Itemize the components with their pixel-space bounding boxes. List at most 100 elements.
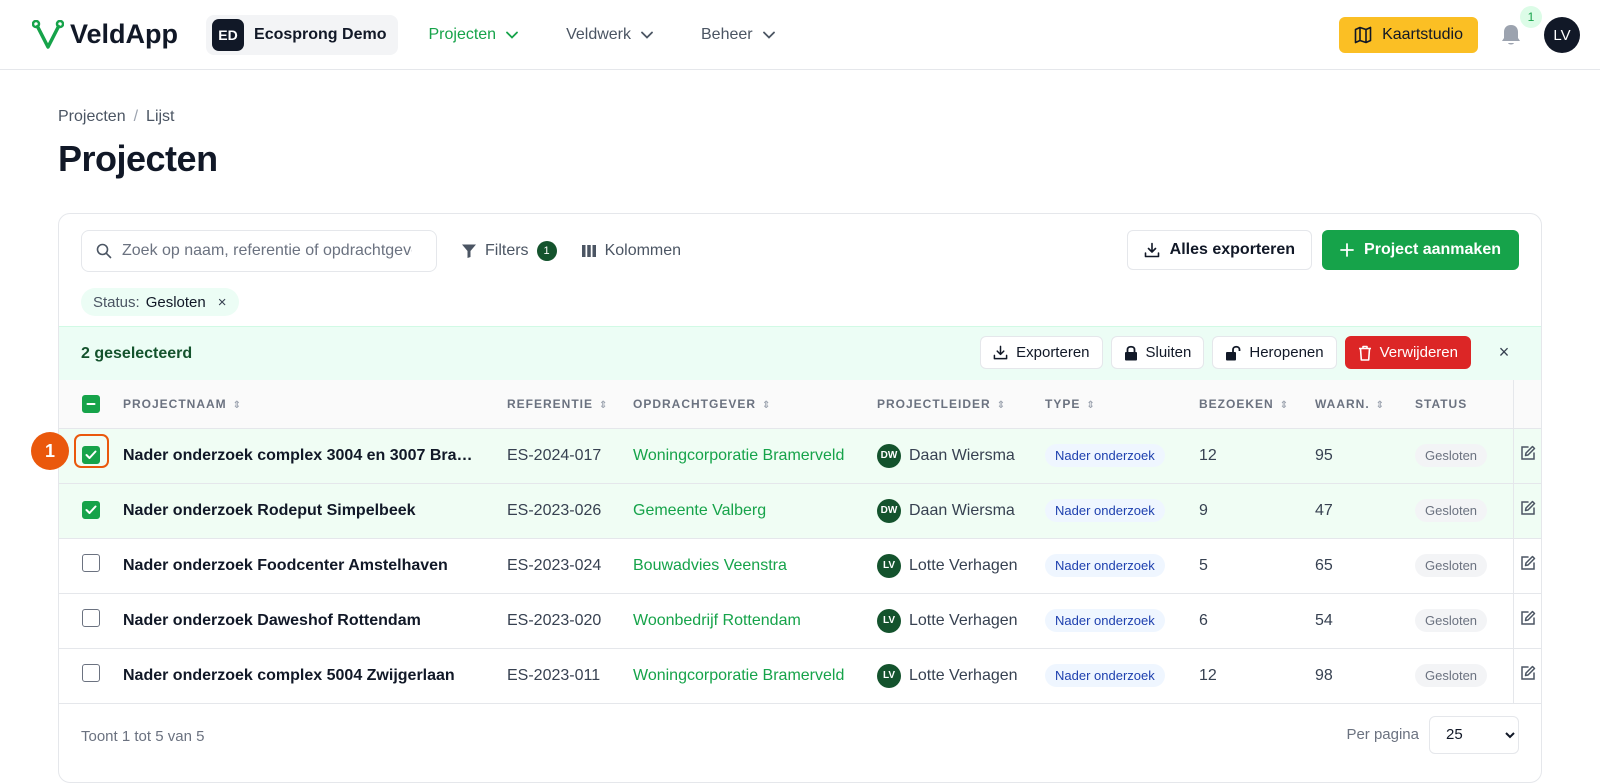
per-page-select[interactable]: 25: [1429, 715, 1519, 754]
col-header-actions: [1512, 380, 1541, 429]
col-header-projectleider[interactable]: PROJECTLEIDER ⇕: [877, 380, 1045, 429]
col-label: BEZOEKEN: [1199, 396, 1274, 411]
page-title: Projecten: [58, 138, 218, 179]
col-label: OPDRACHTGEVER: [633, 396, 757, 411]
row-checkbox[interactable]: [82, 664, 100, 682]
table-row[interactable]: Nader onderzoek complex 5004 Zwijgerlaan…: [59, 648, 1541, 704]
lock-icon: [1124, 345, 1137, 360]
nav-label: Beheer: [701, 25, 753, 43]
filter-chip-status: Status: Gesloten ×: [81, 288, 239, 316]
table-row[interactable]: Nader onderzoek complex 3004 en 3007 Bra…: [59, 428, 1541, 484]
project-client-link[interactable]: Woonbedrijf Rottendam: [633, 593, 877, 649]
type-badge: Nader onderzoek: [1045, 664, 1165, 687]
leader-name: Lotte Verhagen: [909, 611, 1018, 629]
workspace-switcher[interactable]: ED Ecosprong Demo: [206, 14, 399, 55]
funnel-icon: [462, 244, 476, 258]
col-header-bezoeken[interactable]: BEZOEKEN ⇕: [1199, 380, 1315, 429]
edit-icon[interactable]: [1520, 555, 1536, 571]
edit-icon[interactable]: [1520, 665, 1536, 681]
project-observations: 47: [1315, 483, 1415, 539]
project-name[interactable]: Nader onderzoek Rodeput Simpelbeek: [123, 483, 507, 539]
row-checkbox[interactable]: [82, 554, 100, 572]
table-row[interactable]: Nader onderzoek Rodeput Simpelbeek ES-202…: [59, 483, 1541, 539]
project-visits: 6: [1199, 593, 1315, 649]
row-actions-cell: [1512, 538, 1541, 594]
edit-icon[interactable]: [1520, 500, 1536, 516]
status-badge: Gesloten: [1415, 499, 1488, 522]
table-footer: Toont 1 tot 5 van 5 Per pagina 25: [59, 704, 1541, 770]
nav-beheer[interactable]: Beheer: [701, 26, 775, 44]
col-label: WAARN.: [1315, 396, 1370, 411]
row-checkbox[interactable]: [82, 501, 100, 519]
project-observations: 65: [1315, 538, 1415, 594]
nav-projecten[interactable]: Projecten: [428, 26, 518, 44]
type-badge: Nader onderzoek: [1045, 499, 1165, 522]
row-select-cell: [59, 483, 123, 539]
clear-selection-icon[interactable]: ×: [1487, 336, 1521, 369]
project-type-cell: Nader onderzoek: [1045, 648, 1199, 704]
sort-icon: ⇕: [599, 399, 609, 411]
bulk-actions: Exporteren Sluiten Heropenen Verwijderen…: [980, 336, 1521, 369]
project-observations: 54: [1315, 593, 1415, 649]
col-label: STATUS: [1415, 396, 1468, 411]
columns-button[interactable]: Kolommen: [581, 242, 681, 260]
nav-label: Veldwerk: [566, 25, 631, 43]
project-client-link[interactable]: Gemeente Valberg: [633, 483, 877, 539]
col-header-referentie[interactable]: REFERENTIE ⇕: [507, 380, 633, 429]
project-type-cell: Nader onderzoek: [1045, 483, 1199, 539]
col-header-waarnemingen[interactable]: WAARN. ⇕: [1315, 380, 1415, 429]
workspace-badge: ED: [212, 18, 245, 51]
search-input[interactable]: [122, 242, 412, 260]
bulk-export-button[interactable]: Exporteren: [980, 336, 1103, 369]
bulk-reopen-button[interactable]: Heropenen: [1212, 336, 1337, 369]
row-select-cell: [59, 648, 123, 704]
columns-label: Kolommen: [604, 242, 682, 259]
bulk-export-label: Exporteren: [1016, 344, 1090, 361]
per-page-control: Per pagina 25: [1346, 715, 1519, 754]
table-row[interactable]: Nader onderzoek Daweshof Rottendam ES-202…: [59, 593, 1541, 649]
project-visits: 5: [1199, 538, 1315, 594]
remove-filter-icon[interactable]: ×: [218, 294, 227, 311]
status-badge: Gesloten: [1415, 664, 1488, 687]
col-header-opdrachtgever[interactable]: OPDRACHTGEVER ⇕: [633, 380, 877, 429]
project-client-link[interactable]: Woningcorporatie Bramerveld: [633, 648, 877, 704]
col-header-projectnaam[interactable]: PROJECTNAAM ⇕: [123, 380, 507, 429]
project-name[interactable]: Nader onderzoek complex 3004 en 3007 Bra…: [123, 428, 507, 484]
col-header-status[interactable]: STATUS: [1415, 380, 1513, 429]
breadcrumb: Projecten / Lijst: [58, 108, 1542, 126]
bulk-close-button[interactable]: Sluiten: [1110, 336, 1205, 369]
sort-icon: ⇕: [1279, 399, 1290, 411]
project-client-link[interactable]: Woningcorporatie Bramerveld: [633, 428, 877, 484]
kaartstudio-button[interactable]: Kaartstudio: [1339, 17, 1478, 53]
export-all-button[interactable]: Alles exporteren: [1126, 230, 1313, 270]
bulk-delete-button[interactable]: Verwijderen: [1344, 336, 1471, 369]
app-logo[interactable]: VeldApp: [32, 19, 178, 50]
col-header-type[interactable]: TYPE ⇕: [1045, 380, 1199, 429]
edit-icon[interactable]: [1520, 610, 1536, 626]
leader-avatar: DW: [877, 443, 901, 468]
plus-icon: [1340, 243, 1354, 257]
project-name[interactable]: Nader onderzoek Foodcenter Amstelhaven: [123, 538, 507, 594]
filters-button[interactable]: Filters 1: [461, 241, 557, 261]
app-name: VeldApp: [70, 19, 179, 49]
row-checkbox[interactable]: [82, 609, 100, 627]
table-row[interactable]: Nader onderzoek Foodcenter Amstelhaven ES…: [59, 538, 1541, 594]
nav-veldwerk[interactable]: Veldwerk: [566, 26, 653, 44]
map-icon: [1354, 26, 1372, 44]
project-status-cell: Gesloten: [1415, 428, 1513, 484]
project-name[interactable]: Nader onderzoek complex 5004 Zwijgerlaan: [123, 648, 507, 704]
select-all-checkbox[interactable]: [82, 394, 100, 413]
edit-icon[interactable]: [1520, 445, 1536, 461]
search-box[interactable]: [81, 230, 437, 272]
notifications-button[interactable]: 1: [1496, 6, 1542, 50]
breadcrumb-current: Lijst: [146, 108, 175, 125]
status-badge: Gesloten: [1415, 554, 1488, 577]
export-all-label: Alles exporteren: [1169, 241, 1296, 258]
project-name[interactable]: Nader onderzoek Daweshof Rottendam: [123, 593, 507, 649]
user-avatar[interactable]: LV: [1544, 17, 1580, 53]
breadcrumb-separator: /: [133, 108, 139, 125]
create-project-button[interactable]: Project aanmaken: [1322, 230, 1519, 270]
leader-avatar: LV: [877, 553, 901, 578]
breadcrumb-root[interactable]: Projecten: [58, 108, 126, 126]
project-client-link[interactable]: Bouwadvies Veenstra: [633, 538, 877, 594]
